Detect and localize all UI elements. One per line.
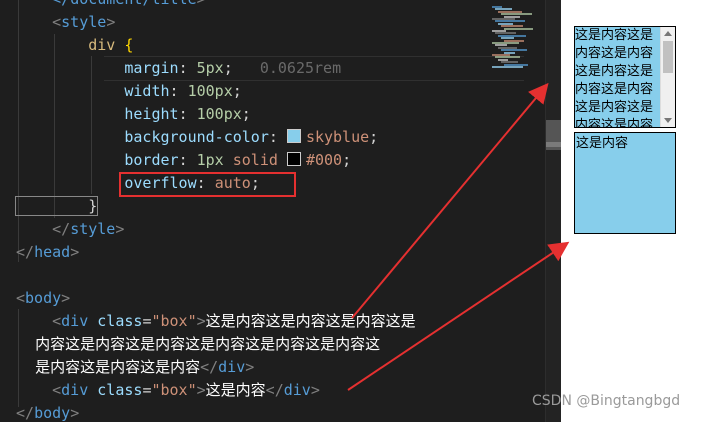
watermark: CSDN @Bingtangbgd: [532, 393, 681, 409]
arrow-to-short-box: [347, 241, 570, 391]
annotation-arrows: [347, 82, 570, 391]
arrow-to-scrolling-box: [351, 82, 549, 319]
